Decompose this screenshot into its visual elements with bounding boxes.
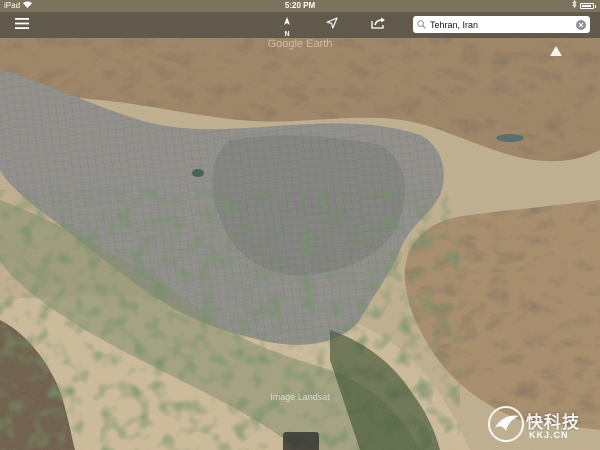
menu-icon — [15, 16, 29, 34]
location-arrow-icon — [326, 16, 338, 34]
satellite-map[interactable] — [0, 0, 600, 450]
satellite-imagery — [0, 0, 600, 450]
battery-icon — [580, 3, 594, 9]
bluetooth-icon — [572, 0, 577, 12]
share-button[interactable] — [367, 12, 389, 38]
clear-icon — [578, 22, 584, 27]
kkj-watermark: 快科技 KKJ.CN — [486, 402, 596, 446]
battery-tip — [595, 4, 596, 8]
status-bar: iPad 5:20 PM — [0, 0, 600, 12]
bottom-panel-handle[interactable] — [283, 432, 319, 450]
top-toolbar: N — [0, 12, 600, 38]
menu-button[interactable] — [10, 12, 34, 38]
compass-button[interactable]: N — [277, 12, 297, 38]
compass-north-label: N — [284, 31, 290, 38]
google-earth-attribution: Google Earth — [267, 38, 333, 50]
share-icon — [370, 16, 386, 34]
status-right-group — [572, 0, 596, 12]
north-arrow-icon[interactable] — [550, 43, 562, 56]
search-bar[interactable] — [413, 16, 590, 33]
search-input[interactable] — [426, 17, 576, 32]
compass-icon — [284, 12, 290, 30]
status-time: 5:20 PM — [284, 1, 316, 10]
watermark-url: KKJ.CN — [529, 430, 569, 440]
imagery-attribution: Image Landsat — [270, 392, 330, 402]
battery-fill — [582, 5, 591, 7]
search-icon — [417, 16, 426, 34]
clear-search-button[interactable] — [576, 19, 586, 30]
kkj-logo-icon — [488, 406, 524, 442]
earth-app-screen: iPad 5:20 PM N Tehran, Iran Google Earth… — [0, 0, 600, 450]
my-location-button[interactable] — [322, 12, 342, 38]
